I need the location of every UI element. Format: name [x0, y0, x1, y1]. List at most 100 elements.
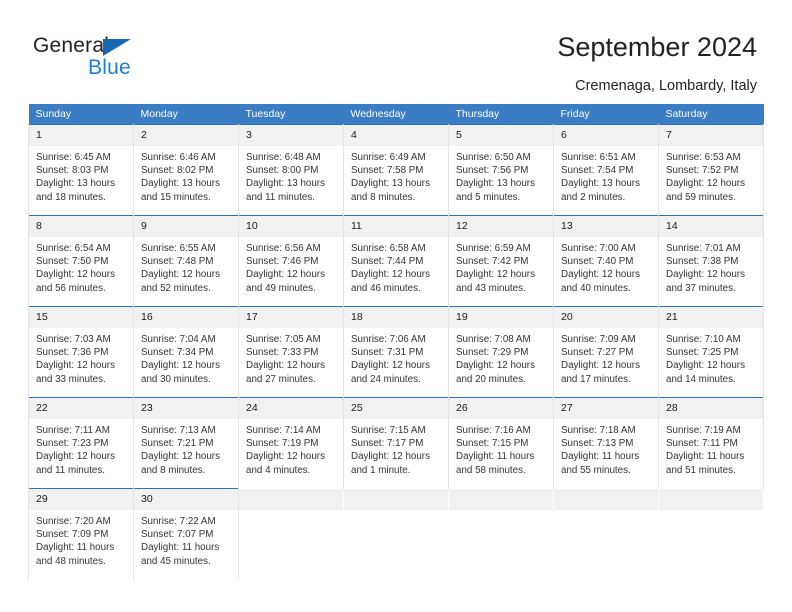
- sunset-time: Sunset: 7:52 PM: [666, 165, 739, 177]
- calendar-day-cell[interactable]: 20 Sunrise: 7:09 AM Sunset: 7:27 PM Dayligh…: [553, 306, 659, 398]
- sunset-time: Sunset: 7:56 PM: [456, 165, 529, 177]
- day-number: 16: [134, 307, 238, 328]
- sunset-time: Sunset: 7:27 PM: [561, 347, 634, 359]
- calendar-day-cell[interactable]: 1 Sunrise: 6:45 AM Sunset: 8:03 PM Daylight…: [28, 124, 134, 216]
- calendar-day-cell[interactable]: 28 Sunrise: 7:19 AM Sunset: 7:11 PM Dayligh…: [658, 397, 764, 489]
- calendar-day-cell[interactable]: 11 Sunrise: 6:58 AM Sunset: 7:44 PM Dayligh…: [343, 215, 449, 307]
- logo-text-general: General: [33, 34, 110, 57]
- day-number: 7: [659, 125, 763, 146]
- day-sun-info: Sunrise: 7:13 AM Sunset: 7:21 PM Daylight:…: [134, 419, 238, 477]
- day-number: 3: [239, 125, 343, 146]
- sunrise-time: Sunrise: 7:10 AM: [666, 334, 741, 345]
- day-sun-info: Sunrise: 7:15 AM Sunset: 7:17 PM Daylight:…: [344, 419, 448, 477]
- calendar-day-cell-empty: [239, 489, 344, 580]
- sunset-time: Sunset: 7:48 PM: [141, 256, 214, 268]
- day-sun-info: Sunrise: 7:09 AM Sunset: 7:27 PM Daylight:…: [554, 328, 658, 386]
- page-title: September 2024: [557, 32, 757, 62]
- day-sun-info: Sunrise: 6:46 AM Sunset: 8:02 PM Daylight:…: [134, 146, 238, 204]
- sunset-time: Sunset: 7:58 PM: [351, 165, 424, 177]
- day-sun-info: Sunrise: 7:00 AM Sunset: 7:40 PM Daylight:…: [554, 237, 658, 295]
- sunrise-time: Sunrise: 7:01 AM: [666, 243, 741, 254]
- day-number: [554, 489, 658, 510]
- sunrise-time: Sunrise: 7:14 AM: [246, 425, 321, 436]
- calendar-day-cell[interactable]: 2 Sunrise: 6:46 AM Sunset: 8:02 PM Daylight…: [133, 124, 239, 216]
- daylight-duration-line2: and 14 minutes.: [666, 373, 736, 385]
- calendar-day-cell[interactable]: 6 Sunrise: 6:51 AM Sunset: 7:54 PM Daylight…: [553, 124, 659, 216]
- calendar-day-cell[interactable]: 22 Sunrise: 7:11 AM Sunset: 7:23 PM Dayligh…: [28, 397, 134, 489]
- sunset-time: Sunset: 7:23 PM: [36, 438, 109, 450]
- daylight-duration-line1: Daylight: 12 hours: [456, 360, 535, 372]
- daylight-duration-line1: Daylight: 11 hours: [36, 542, 115, 554]
- calendar-day-cell-empty: [554, 489, 659, 580]
- day-sun-info: Sunrise: 7:11 AM Sunset: 7:23 PM Daylight:…: [29, 419, 133, 477]
- calendar-day-cell[interactable]: 13 Sunrise: 7:00 AM Sunset: 7:40 PM Dayligh…: [553, 215, 659, 307]
- calendar-day-cell[interactable]: 5 Sunrise: 6:50 AM Sunset: 7:56 PM Daylight…: [448, 124, 554, 216]
- day-number: 27: [554, 398, 658, 419]
- calendar-day-cell[interactable]: 15 Sunrise: 7:03 AM Sunset: 7:36 PM Dayligh…: [28, 306, 134, 398]
- daylight-duration-line2: and 11 minutes.: [246, 191, 315, 203]
- day-sun-info: Sunrise: 6:55 AM Sunset: 7:48 PM Daylight:…: [134, 237, 238, 295]
- daylight-duration-line2: and 8 minutes.: [351, 191, 416, 203]
- calendar-day-cell[interactable]: 24 Sunrise: 7:14 AM Sunset: 7:19 PM Dayligh…: [238, 397, 344, 489]
- daylight-duration-line1: Daylight: 12 hours: [351, 451, 430, 463]
- calendar-week-row: 1 Sunrise: 6:45 AM Sunset: 8:03 PM Daylight…: [28, 124, 764, 216]
- sunset-time: Sunset: 7:46 PM: [246, 256, 319, 268]
- sunrise-time: Sunrise: 6:59 AM: [456, 243, 531, 254]
- calendar-day-cell[interactable]: 18 Sunrise: 7:06 AM Sunset: 7:31 PM Dayligh…: [343, 306, 449, 398]
- calendar-day-cell[interactable]: 7 Sunrise: 6:53 AM Sunset: 7:52 PM Daylight…: [658, 124, 764, 216]
- sunset-time: Sunset: 8:03 PM: [36, 165, 109, 177]
- general-blue-logo[interactable]: General Blue: [33, 34, 233, 86]
- day-sun-info: Sunrise: 6:50 AM Sunset: 7:56 PM Daylight:…: [449, 146, 553, 204]
- calendar-day-cell[interactable]: 4 Sunrise: 6:49 AM Sunset: 7:58 PM Daylight…: [343, 124, 449, 216]
- day-sun-info: Sunrise: 6:48 AM Sunset: 8:00 PM Daylight:…: [239, 146, 343, 204]
- sunset-time: Sunset: 7:09 PM: [36, 529, 109, 541]
- daylight-duration-line2: and 17 minutes.: [561, 373, 631, 385]
- daylight-duration-line1: Daylight: 13 hours: [141, 178, 220, 190]
- daylight-duration-line2: and 52 minutes.: [141, 282, 211, 294]
- sunset-time: Sunset: 7:19 PM: [246, 438, 319, 450]
- calendar-day-cell[interactable]: 9 Sunrise: 6:55 AM Sunset: 7:48 PM Daylight…: [133, 215, 239, 307]
- page-header: General Blue September 2024 Cremenaga, L…: [0, 0, 792, 100]
- calendar-day-cell[interactable]: 25 Sunrise: 7:15 AM Sunset: 7:17 PM Dayligh…: [343, 397, 449, 489]
- sunset-time: Sunset: 7:17 PM: [351, 438, 424, 450]
- calendar-day-cell[interactable]: 27 Sunrise: 7:18 AM Sunset: 7:13 PM Dayligh…: [553, 397, 659, 489]
- calendar-day-cell[interactable]: 14 Sunrise: 7:01 AM Sunset: 7:38 PM Dayligh…: [658, 215, 764, 307]
- day-sun-info: Sunrise: 7:16 AM Sunset: 7:15 PM Daylight:…: [449, 419, 553, 477]
- sunset-time: Sunset: 7:31 PM: [351, 347, 424, 359]
- calendar-day-cell[interactable]: 26 Sunrise: 7:16 AM Sunset: 7:15 PM Dayligh…: [448, 397, 554, 489]
- sunrise-time: Sunrise: 7:05 AM: [246, 334, 321, 345]
- calendar-day-cell[interactable]: 29 Sunrise: 7:20 AM Sunset: 7:09 PM Dayligh…: [28, 488, 134, 579]
- weekday-header-saturday: Saturday: [658, 104, 764, 125]
- calendar-day-cell[interactable]: 30 Sunrise: 7:22 AM Sunset: 7:07 PM Dayligh…: [133, 488, 239, 579]
- sunrise-time: Sunrise: 6:55 AM: [141, 243, 216, 254]
- sunrise-time: Sunrise: 7:11 AM: [36, 425, 110, 436]
- sunset-time: Sunset: 7:13 PM: [561, 438, 634, 450]
- calendar-day-cell[interactable]: 23 Sunrise: 7:13 AM Sunset: 7:21 PM Dayligh…: [133, 397, 239, 489]
- sunrise-time: Sunrise: 6:58 AM: [351, 243, 426, 254]
- day-number: 25: [344, 398, 448, 419]
- daylight-duration-line1: Daylight: 12 hours: [141, 269, 220, 281]
- daylight-duration-line2: and 4 minutes.: [246, 464, 311, 476]
- daylight-duration-line2: and 56 minutes.: [36, 282, 106, 294]
- sunset-time: Sunset: 7:54 PM: [561, 165, 634, 177]
- sunrise-time: Sunrise: 6:45 AM: [36, 152, 111, 163]
- sunset-time: Sunset: 7:33 PM: [246, 347, 319, 359]
- day-number: 10: [239, 216, 343, 237]
- day-number: 20: [554, 307, 658, 328]
- calendar-day-cell[interactable]: 12 Sunrise: 6:59 AM Sunset: 7:42 PM Dayligh…: [448, 215, 554, 307]
- day-sun-info: Sunrise: 7:19 AM Sunset: 7:11 PM Daylight:…: [659, 419, 763, 477]
- day-sun-info: Sunrise: 7:01 AM Sunset: 7:38 PM Daylight:…: [659, 237, 763, 295]
- calendar-day-cell[interactable]: 19 Sunrise: 7:08 AM Sunset: 7:29 PM Dayligh…: [448, 306, 554, 398]
- sunrise-time: Sunrise: 7:19 AM: [666, 425, 741, 436]
- day-number: 5: [449, 125, 553, 146]
- sunrise-time: Sunrise: 7:04 AM: [141, 334, 216, 345]
- calendar-day-cell[interactable]: 3 Sunrise: 6:48 AM Sunset: 8:00 PM Daylight…: [238, 124, 344, 216]
- calendar-day-cell[interactable]: 10 Sunrise: 6:56 AM Sunset: 7:46 PM Dayligh…: [238, 215, 344, 307]
- sunset-time: Sunset: 7:34 PM: [141, 347, 214, 359]
- sunrise-time: Sunrise: 7:16 AM: [456, 425, 531, 436]
- calendar-day-cell[interactable]: 21 Sunrise: 7:10 AM Sunset: 7:25 PM Dayligh…: [658, 306, 764, 398]
- calendar-day-cell[interactable]: 8 Sunrise: 6:54 AM Sunset: 7:50 PM Daylight…: [28, 215, 134, 307]
- calendar-day-cell[interactable]: 17 Sunrise: 7:05 AM Sunset: 7:33 PM Dayligh…: [238, 306, 344, 398]
- calendar-day-cell[interactable]: 16 Sunrise: 7:04 AM Sunset: 7:34 PM Dayligh…: [133, 306, 239, 398]
- daylight-duration-line2: and 48 minutes.: [36, 555, 106, 567]
